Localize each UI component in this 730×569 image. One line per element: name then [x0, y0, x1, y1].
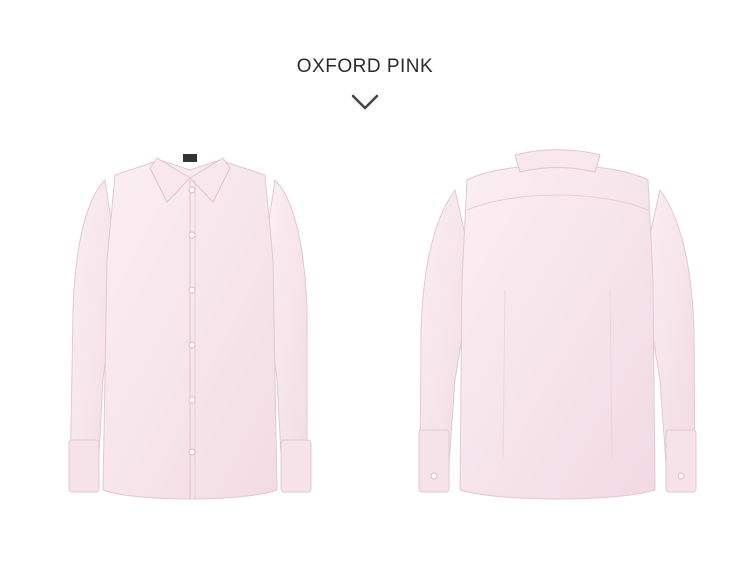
shirt-front-image: [45, 140, 365, 540]
color-name-heading: OXFORD PINK: [296, 56, 434, 77]
shirt-back-image: [405, 140, 725, 540]
chevron-down-icon[interactable]: [350, 92, 380, 112]
